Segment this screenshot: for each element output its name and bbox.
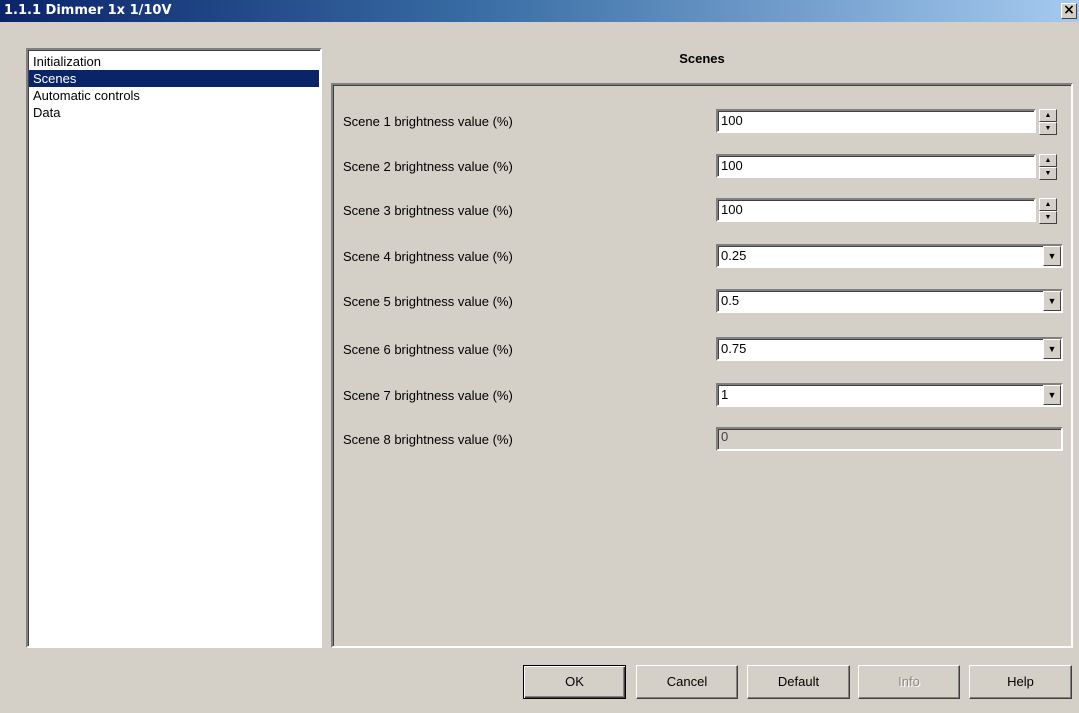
spin-down-icon[interactable]: ▼: [1039, 167, 1057, 180]
scene-2-label: Scene 2 brightness value (%): [343, 159, 513, 174]
spin-up-icon[interactable]: ▲: [1039, 154, 1057, 167]
window-title: 1.1.1 Dimmer 1x 1/10V: [4, 3, 172, 18]
scene-3-row: Scene 3 brightness value (%) 100 ▲ ▼: [343, 196, 1063, 226]
close-icon: ×: [1063, 2, 1075, 18]
chevron-down-icon[interactable]: ▼: [1043, 385, 1061, 405]
scene-1-spinner[interactable]: ▲ ▼: [1039, 109, 1057, 135]
scene-4-label: Scene 4 brightness value (%): [343, 249, 513, 264]
help-button[interactable]: Help: [969, 665, 1072, 699]
spin-up-icon[interactable]: ▲: [1039, 109, 1057, 122]
section-tree[interactable]: Initialization Scenes Automatic controls…: [26, 48, 322, 648]
scene-7-dropdown[interactable]: 1 ▼: [716, 383, 1063, 407]
section-title: Scenes: [679, 51, 725, 66]
tree-item-automatic-controls[interactable]: Automatic controls: [29, 87, 319, 104]
scene-6-value: 0.75: [721, 341, 747, 356]
chevron-down-icon[interactable]: ▼: [1043, 246, 1061, 266]
title-bar[interactable]: 1.1.1 Dimmer 1x 1/10V ×: [0, 0, 1079, 22]
ok-button[interactable]: OK: [523, 665, 626, 699]
spin-down-icon[interactable]: ▼: [1039, 122, 1057, 135]
scene-7-label: Scene 7 brightness value (%): [343, 388, 513, 403]
chevron-down-icon[interactable]: ▼: [1043, 339, 1061, 359]
scene-3-spinner[interactable]: ▲ ▼: [1039, 198, 1057, 224]
scene-4-value: 0.25: [721, 248, 747, 263]
scene-2-input[interactable]: 100: [716, 154, 1036, 178]
cancel-button[interactable]: Cancel: [636, 665, 738, 699]
spin-down-icon[interactable]: ▼: [1039, 211, 1057, 224]
scene-5-row: Scene 5 brightness value (%) 0.5 ▼: [343, 287, 1063, 317]
scene-2-spinner[interactable]: ▲ ▼: [1039, 154, 1057, 180]
scene-5-value: 0.5: [721, 293, 740, 308]
tree-item-initialization[interactable]: Initialization: [29, 53, 319, 70]
scene-6-row: Scene 6 brightness value (%) 0.75 ▼: [343, 335, 1063, 365]
scene-3-label: Scene 3 brightness value (%): [343, 203, 513, 218]
dialog-window: 1.1.1 Dimmer 1x 1/10V × Initialization S…: [0, 0, 1079, 713]
spin-up-icon[interactable]: ▲: [1039, 198, 1057, 211]
scene-7-row: Scene 7 brightness value (%) 1 ▼: [343, 381, 1063, 411]
scene-8-label: Scene 8 brightness value (%): [343, 432, 513, 447]
scene-5-label: Scene 5 brightness value (%): [343, 294, 513, 309]
scene-7-value: 1: [721, 387, 729, 402]
scene-5-dropdown[interactable]: 0.5 ▼: [716, 289, 1063, 313]
scene-1-input[interactable]: 100: [716, 109, 1036, 133]
scene-1-row: Scene 1 brightness value (%) 100 ▲ ▼: [343, 107, 1063, 137]
close-button[interactable]: ×: [1061, 3, 1077, 19]
scene-8-row: Scene 8 brightness value (%) 0: [343, 425, 1063, 455]
scene-1-label: Scene 1 brightness value (%): [343, 114, 513, 129]
tree-item-data[interactable]: Data: [29, 104, 319, 121]
scene-2-row: Scene 2 brightness value (%) 100 ▲ ▼: [343, 152, 1063, 182]
scene-3-input[interactable]: 100: [716, 198, 1036, 222]
scene-8-input: 0: [716, 427, 1063, 451]
tree-item-scenes[interactable]: Scenes: [29, 70, 319, 87]
scenes-panel: Scene 1 brightness value (%) 100 ▲ ▼ Sce…: [331, 83, 1073, 648]
scene-4-row: Scene 4 brightness value (%) 0.25 ▼: [343, 242, 1063, 272]
default-button[interactable]: Default: [747, 665, 850, 699]
chevron-down-icon[interactable]: ▼: [1043, 291, 1061, 311]
info-button: Info: [858, 665, 960, 699]
scene-6-dropdown[interactable]: 0.75 ▼: [716, 337, 1063, 361]
scene-6-label: Scene 6 brightness value (%): [343, 342, 513, 357]
scene-4-dropdown[interactable]: 0.25 ▼: [716, 244, 1063, 268]
